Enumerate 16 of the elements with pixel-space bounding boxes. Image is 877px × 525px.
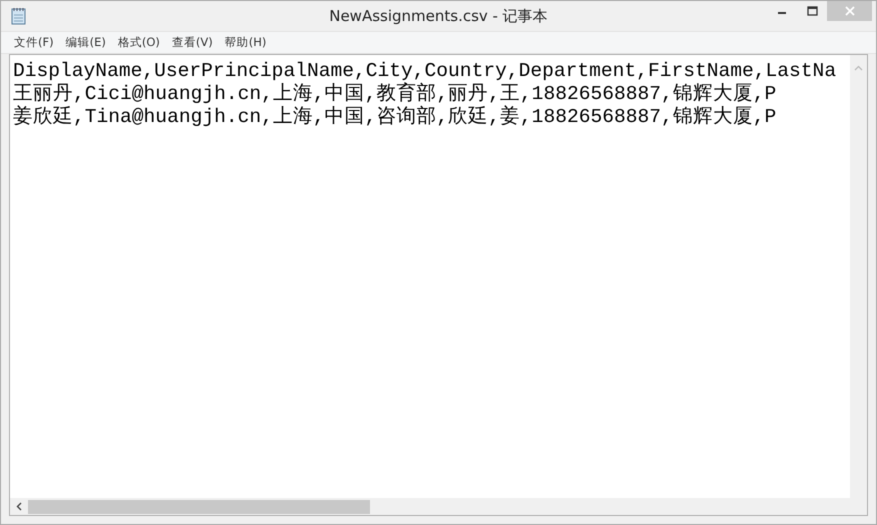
- scroll-up-icon: [854, 65, 863, 71]
- close-icon: [844, 6, 854, 16]
- scroll-left-icon: [16, 502, 22, 511]
- menu-item[interactable]: 文件(F): [8, 32, 60, 53]
- menu-item[interactable]: 查看(V): [166, 32, 219, 53]
- menu-item[interactable]: 格式(O): [112, 32, 166, 53]
- maximize-icon: [806, 6, 818, 16]
- window-title: NewAssignments.csv - 记事本: [328, 7, 549, 26]
- menu-item[interactable]: 帮助(H): [218, 32, 272, 53]
- text-line: 王丽丹,Cici@huangjh.cn,上海,中国,教育部,丽丹,王,18826568887,锦辉大厦,P: [13, 83, 776, 105]
- text-line: DisplayName,UserPrincipalName,City,Country,Department,FirstName,LastNa: [13, 60, 836, 82]
- menu-item[interactable]: 编辑(E): [60, 32, 112, 53]
- notepad-icon: [11, 7, 27, 25]
- text-editor[interactable]: DisplayName,UserPrincipalName,City,Country,Department,FirstName,LastNa 王丽丹,Cici@huangjh.cn,上海,中国,教育部,丽丹,王,18826568887,锦辉大厦,P 姜欣廷,Tina@huangjh.cn,上海,中国,咨询部,欣廷,姜,18826568887,锦辉大厦,P: [9, 54, 868, 516]
- text-line: 姜欣廷,Tina@huangjh.cn,上海,中国,咨询部,欣廷,姜,18826568887,锦辉大厦,P: [13, 106, 776, 129]
- scrollbar-thumb[interactable]: [28, 500, 370, 514]
